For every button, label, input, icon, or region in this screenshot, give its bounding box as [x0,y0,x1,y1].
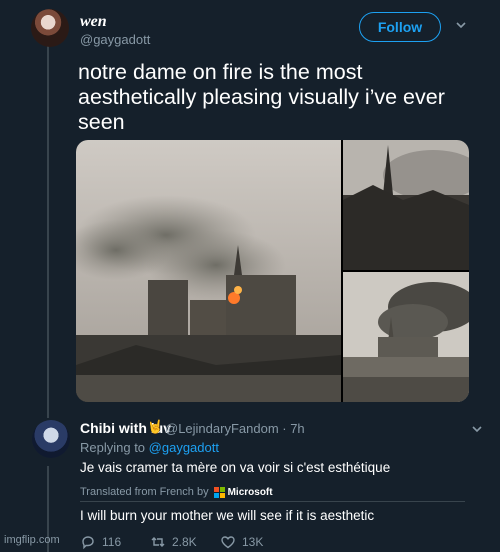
chevron-down-icon[interactable] [454,18,468,32]
translator-name: Microsoft [227,486,273,498]
display-name[interactable]: wen [80,13,107,31]
watermark: imgflip.com [4,534,60,546]
tweet-text: notre dame on fire is the most aesthetic… [78,60,445,134]
cathedral-fire-photo[interactable] [76,140,341,402]
spire-photo[interactable] [343,140,469,270]
retweet-button[interactable]: 2.8K [150,534,220,550]
reply-button[interactable]: 116 [80,534,150,550]
microsoft-logo-icon [213,486,225,498]
retweet-icon [151,537,165,547]
avatar[interactable] [32,420,70,458]
reply-count: 116 [102,535,122,549]
like-count: 13K [242,535,264,549]
translated-label: Translated from French by [80,486,209,498]
user-handle[interactable]: @gaygadott [80,32,150,47]
replying-to: Replying to @gaygadott [80,440,219,455]
follow-button[interactable]: Follow [359,12,441,42]
avatar[interactable] [31,9,69,47]
user-handle-time[interactable]: @LejindaryFandom · 7h [165,421,305,436]
reply-text: Je vais cramer ta mère on va voir si c'e… [80,460,391,475]
reply-icon [82,536,94,550]
like-icon [221,536,235,549]
translation-text: I will burn your mother we will see if i… [80,508,375,523]
name-emoji: 🤘 [147,419,164,434]
smoke-skyline-photo[interactable] [343,272,469,402]
media-grid[interactable] [76,140,469,402]
replying-to-handle[interactable]: @gaygadott [149,440,219,455]
retweet-count: 2.8K [172,535,197,549]
translation-divider [80,501,465,502]
like-button[interactable]: 13K [220,534,290,550]
tweet-actions: 116 2.8K 13K [80,534,290,550]
translation-attribution: Translated from French by Microsoft [80,486,273,498]
replying-to-label: Replying to [80,440,146,455]
chevron-down-icon[interactable] [470,422,484,439]
thread-line [47,46,49,418]
